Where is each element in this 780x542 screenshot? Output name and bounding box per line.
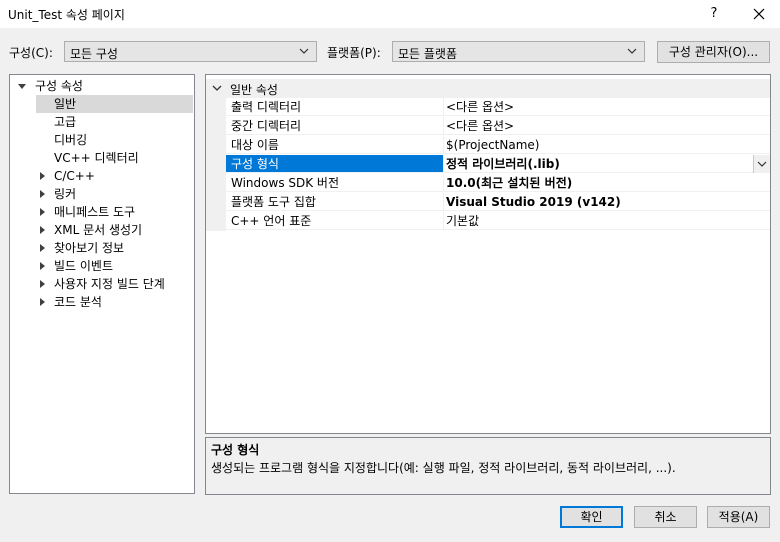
chevron-down-icon bbox=[299, 48, 309, 54]
tree-item-label: XML 문서 생성기 bbox=[54, 223, 143, 237]
tree-item-label: 일반 bbox=[54, 97, 77, 111]
description-panel: 구성 형식 생성되는 프로그램 형식을 지정합니다(예: 실행 파일, 정적 라… bbox=[205, 437, 771, 495]
property-value[interactable]: $(ProjectName) bbox=[444, 136, 770, 154]
description-title: 구성 형식 bbox=[211, 443, 260, 457]
property-value-text: 기본값 bbox=[446, 214, 480, 228]
platform-label: 플랫폼(P): bbox=[327, 46, 381, 60]
expanded-triangle-icon bbox=[18, 84, 26, 89]
tree-item[interactable]: 매니페스트 도구 bbox=[10, 203, 194, 221]
window-title: Unit_Test 속성 페이지 bbox=[8, 8, 125, 22]
property-name[interactable]: 플랫폼 도구 집합 bbox=[226, 193, 444, 211]
config-select-value: 모든 구성 bbox=[70, 47, 118, 61]
property-value-text: <다른 옵션> bbox=[446, 119, 515, 133]
tree-item[interactable]: VC++ 디렉터리 bbox=[10, 149, 194, 167]
property-row[interactable]: 중간 디렉터리 <다른 옵션> bbox=[206, 117, 770, 136]
tree-item[interactable]: XML 문서 생성기 bbox=[10, 221, 194, 239]
tree-item-label: VC++ 디렉터리 bbox=[54, 151, 139, 165]
property-value[interactable]: 10.0(최근 설치된 버전) bbox=[444, 174, 770, 192]
tree-item[interactable]: 찾아보기 정보 bbox=[10, 239, 194, 257]
category-label: 일반 속성 bbox=[230, 83, 278, 97]
property-row[interactable]: 출력 디렉터리 <다른 옵션> bbox=[206, 98, 770, 117]
close-icon bbox=[753, 8, 765, 20]
description-text: 생성되는 프로그램 형식을 지정합니다(예: 실행 파일, 정적 라이브러리, … bbox=[211, 461, 676, 475]
tree-item-root[interactable]: 구성 속성 bbox=[10, 77, 194, 95]
property-value-text: 정적 라이브러리(.lib) bbox=[446, 157, 560, 171]
tree-item-label: 매니페스트 도구 bbox=[54, 205, 136, 219]
help-button[interactable]: ? bbox=[698, 0, 730, 28]
tree-item[interactable]: 일반 bbox=[36, 95, 193, 113]
row-gutter bbox=[206, 117, 226, 136]
tree-item[interactable]: 링커 bbox=[10, 185, 194, 203]
property-row[interactable]: 플랫폼 도구 집합 Visual Studio 2019 (v142) bbox=[206, 193, 770, 212]
tree-item[interactable]: 고급 bbox=[10, 113, 194, 131]
expand-triangle-icon[interactable] bbox=[40, 280, 45, 288]
value-dropdown-button[interactable] bbox=[753, 155, 770, 173]
tree-item[interactable]: 코드 분석 bbox=[10, 293, 194, 311]
tree-item-label: 링커 bbox=[54, 187, 77, 201]
property-value[interactable]: 기본값 bbox=[444, 212, 770, 230]
tree-item-label: 고급 bbox=[54, 115, 77, 129]
tree-item-label: 사용자 지정 빌드 단계 bbox=[54, 277, 165, 291]
config-label: 구성(C): bbox=[9, 46, 53, 60]
expand-triangle-icon[interactable] bbox=[40, 208, 45, 216]
property-name[interactable]: 구성 형식 bbox=[226, 155, 444, 173]
tree-item[interactable]: 디버깅 bbox=[10, 131, 194, 149]
property-value-text: 10.0(최근 설치된 버전) bbox=[446, 176, 573, 190]
row-gutter bbox=[206, 174, 226, 193]
property-name[interactable]: 중간 디렉터리 bbox=[226, 117, 444, 135]
expand-triangle-icon[interactable] bbox=[40, 262, 45, 270]
tree-item-label: 빌드 이벤트 bbox=[54, 259, 114, 273]
expand-triangle-icon[interactable] bbox=[40, 172, 45, 180]
tree-item-label: 구성 속성 bbox=[35, 79, 83, 93]
expand-triangle-icon[interactable] bbox=[40, 244, 45, 252]
property-grid: 일반 속성 출력 디렉터리 <다른 옵션> 중간 디렉터리 <다른 옵션> 대상 이름 $… bbox=[205, 74, 771, 434]
chevron-down-icon bbox=[757, 161, 767, 167]
property-value-text: Visual Studio 2019 (v142) bbox=[446, 195, 621, 209]
property-value[interactable]: 정적 라이브러리(.lib) bbox=[444, 155, 770, 173]
row-gutter bbox=[206, 212, 226, 231]
property-name[interactable]: 출력 디렉터리 bbox=[226, 98, 444, 116]
platform-select[interactable]: 모든 플랫폼 bbox=[392, 41, 645, 62]
property-row[interactable]: Windows SDK 버전 10.0(최근 설치된 버전) bbox=[206, 174, 770, 193]
property-value[interactable]: <다른 옵션> bbox=[444, 117, 770, 135]
ok-button[interactable]: 확인 bbox=[560, 506, 623, 528]
cancel-button[interactable]: 취소 bbox=[634, 506, 697, 528]
property-name[interactable]: 대상 이름 bbox=[226, 136, 444, 154]
row-gutter bbox=[206, 98, 226, 117]
chevron-down-icon bbox=[627, 48, 637, 54]
property-row[interactable]: C++ 언어 표준 기본값 bbox=[206, 212, 770, 231]
property-value-text: <다른 옵션> bbox=[446, 100, 515, 114]
apply-button[interactable]: 적용(A) bbox=[707, 506, 770, 528]
collapse-chevron-icon bbox=[212, 85, 222, 91]
close-button[interactable] bbox=[742, 0, 776, 28]
tree-item-label: C/C++ bbox=[54, 169, 95, 183]
property-tree: 구성 속성 일반고급디버깅 VC++ 디렉터리 C/C++ 링커매니페스트 도구 XML… bbox=[9, 74, 195, 494]
expand-triangle-icon[interactable] bbox=[40, 226, 45, 234]
config-select[interactable]: 모든 구성 bbox=[64, 41, 317, 62]
expand-triangle-icon[interactable] bbox=[40, 298, 45, 306]
tree-item-label: 코드 분석 bbox=[54, 295, 102, 309]
tree-item[interactable]: C/C++ bbox=[10, 167, 194, 185]
tree-item[interactable]: 빌드 이벤트 bbox=[10, 257, 194, 275]
tree-item[interactable]: 사용자 지정 빌드 단계 bbox=[10, 275, 194, 293]
expand-triangle-icon[interactable] bbox=[40, 190, 45, 198]
tree-item-label: 디버깅 bbox=[54, 133, 88, 147]
property-name[interactable]: Windows SDK 버전 bbox=[226, 174, 444, 192]
property-name[interactable]: C++ 언어 표준 bbox=[226, 212, 444, 230]
title-bar: Unit_Test 속성 페이지 ? bbox=[0, 0, 780, 28]
property-value-text: $(ProjectName) bbox=[446, 138, 540, 152]
platform-select-value: 모든 플랫폼 bbox=[398, 47, 458, 61]
property-row[interactable]: 대상 이름 $(ProjectName) bbox=[206, 136, 770, 155]
row-gutter bbox=[206, 193, 226, 212]
category-row[interactable]: 일반 속성 bbox=[206, 79, 770, 98]
property-row[interactable]: 구성 형식 정적 라이브러리(.lib) bbox=[206, 155, 770, 174]
property-value[interactable]: <다른 옵션> bbox=[444, 98, 770, 116]
row-gutter bbox=[206, 136, 226, 155]
row-gutter bbox=[206, 155, 226, 174]
property-value[interactable]: Visual Studio 2019 (v142) bbox=[444, 193, 770, 211]
config-manager-button[interactable]: 구성 관리자(O)... bbox=[657, 41, 770, 63]
tree-item-label: 찾아보기 정보 bbox=[54, 241, 125, 255]
